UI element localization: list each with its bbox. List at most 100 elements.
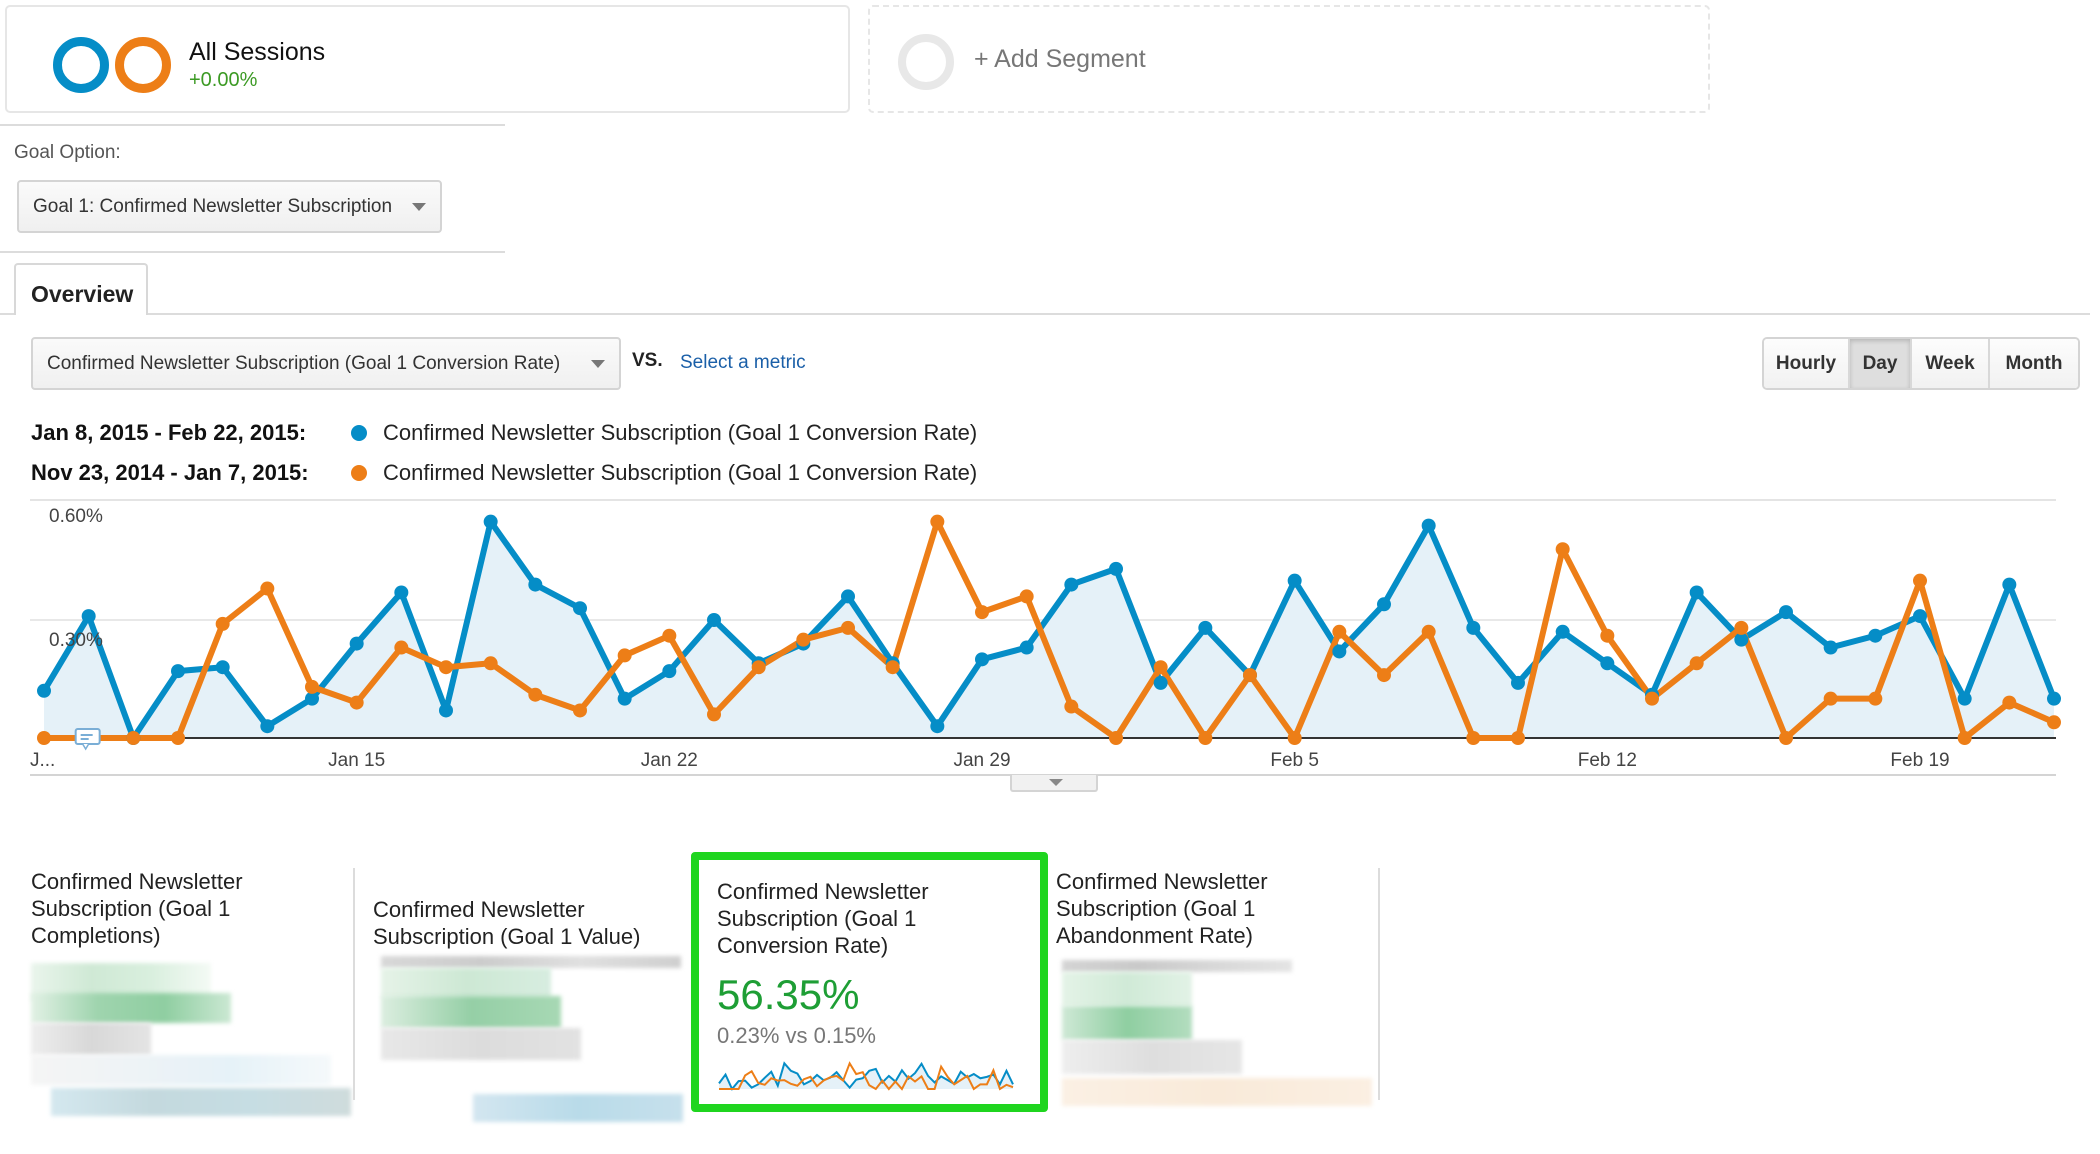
data-point-s1-37 bbox=[1689, 656, 1704, 671]
scorecard-goal-abandonment-rate[interactable]: Confirmed Newsletter Subscription (Goal … bbox=[1056, 868, 1386, 1108]
goal-option-label: Goal Option: bbox=[14, 142, 121, 163]
x-tick-label: Feb 12 bbox=[1578, 750, 1637, 771]
divider bbox=[0, 124, 505, 126]
data-point-s1-29 bbox=[1332, 624, 1347, 639]
y-tick-label: 0.60% bbox=[49, 506, 103, 527]
obscured-value bbox=[381, 968, 551, 998]
obscured-value bbox=[1062, 1040, 1242, 1074]
goal-option-dropdown[interactable]: Goal 1: Confirmed Newsletter Subscriptio… bbox=[17, 180, 442, 233]
legend-dot-icon bbox=[351, 465, 367, 481]
data-point-s0-44 bbox=[2002, 577, 2017, 592]
data-point-s1-43 bbox=[1957, 731, 1972, 745]
x-tick-label: Feb 19 bbox=[1890, 750, 1949, 771]
data-point-s0-5 bbox=[260, 719, 275, 734]
x-tick-label: Feb 5 bbox=[1270, 750, 1319, 771]
data-point-s0-12 bbox=[573, 601, 587, 616]
scorecard-content: Confirmed Newsletter Subscription (Goal … bbox=[717, 878, 1037, 1098]
data-point-s0-21 bbox=[975, 652, 989, 667]
scorecard-goal-completions[interactable]: Confirmed Newsletter Subscription (Goal … bbox=[31, 868, 361, 1116]
scorecard-title: Confirmed Newsletter Subscription (Goal … bbox=[1056, 869, 1268, 948]
data-point-s0-41 bbox=[1868, 628, 1883, 643]
add-segment-label: + Add Segment bbox=[974, 45, 1146, 73]
data-point-s1-21 bbox=[975, 605, 989, 620]
scorecard-title: Confirmed Newsletter Subscription (Goal … bbox=[373, 897, 641, 949]
data-point-s0-39 bbox=[1779, 605, 1793, 620]
data-point-s0-9 bbox=[439, 703, 453, 718]
data-point-s0-25 bbox=[1153, 675, 1168, 690]
data-point-s1-16 bbox=[751, 660, 766, 675]
data-point-s1-13 bbox=[617, 648, 632, 663]
data-point-s1-8 bbox=[394, 640, 409, 655]
add-segment-button[interactable]: + Add Segment bbox=[868, 5, 1710, 113]
data-point-s1-22 bbox=[1019, 589, 1034, 604]
data-point-s0-32 bbox=[1466, 620, 1481, 635]
scorecard-goal-value[interactable]: Confirmed Newsletter Subscription (Goal … bbox=[373, 896, 703, 1136]
data-point-s1-33 bbox=[1511, 731, 1525, 745]
segment-all-sessions[interactable]: All Sessions +0.00% bbox=[5, 5, 850, 113]
scorecard-goal-conversion-rate[interactable]: Confirmed Newsletter Subscription (Goal … bbox=[691, 852, 1048, 1112]
data-point-s1-17 bbox=[796, 632, 811, 647]
legend-item-previous: Nov 23, 2014 - Jan 7, 2015: Confirmed Ne… bbox=[31, 460, 977, 486]
data-point-s0-18 bbox=[841, 589, 855, 604]
data-point-s1-11 bbox=[528, 687, 543, 702]
data-point-s0-26 bbox=[1198, 620, 1213, 635]
data-point-s1-44 bbox=[2002, 695, 2017, 710]
data-point-s1-12 bbox=[573, 703, 587, 718]
data-point-s0-22 bbox=[1019, 640, 1034, 655]
obscured-value bbox=[1062, 960, 1292, 972]
x-tick-label: Jan 29 bbox=[953, 750, 1010, 771]
obscured-value bbox=[381, 996, 561, 1028]
interval-toggle-group: Hourly Day Week Month bbox=[1762, 337, 2080, 390]
obscured-value bbox=[1062, 1006, 1192, 1040]
data-point-s1-2 bbox=[126, 731, 141, 745]
legend-date-range: Jan 8, 2015 - Feb 22, 2015: bbox=[31, 420, 307, 445]
line-chart[interactable]: 0.30% 0.60% J... Jan 15 Jan 22 Jan 29 Feb 5 Feb… bbox=[0, 490, 2100, 790]
data-point-s1-40 bbox=[1823, 691, 1838, 706]
data-point-s1-30 bbox=[1377, 668, 1391, 683]
data-point-s1-25 bbox=[1153, 660, 1168, 675]
data-point-s1-41 bbox=[1868, 691, 1883, 706]
chart-expand-handle[interactable] bbox=[1010, 775, 1098, 792]
scorecard-divider bbox=[1378, 868, 1380, 1100]
segment-ring-previous-icon bbox=[115, 37, 171, 93]
x-tick-label: J... bbox=[30, 750, 55, 771]
interval-week-button[interactable]: Week bbox=[1912, 339, 1990, 388]
scorecard-title: Confirmed Newsletter Subscription (Goal … bbox=[31, 869, 243, 948]
data-point-s1-6 bbox=[305, 679, 319, 694]
segment-ring-current-icon bbox=[53, 37, 109, 93]
obscured-sparkline bbox=[51, 1088, 351, 1116]
data-point-s1-26 bbox=[1198, 731, 1213, 745]
data-point-s1-10 bbox=[483, 656, 498, 671]
data-point-s1-23 bbox=[1064, 699, 1079, 714]
data-point-s0-28 bbox=[1287, 573, 1302, 588]
divider bbox=[0, 251, 505, 253]
data-point-s0-11 bbox=[528, 577, 543, 592]
obscured-value bbox=[31, 993, 231, 1023]
annotation-icon[interactable] bbox=[74, 728, 101, 751]
tab-overview[interactable]: Overview bbox=[14, 263, 148, 315]
goal-option-value: Goal 1: Confirmed Newsletter Subscriptio… bbox=[33, 195, 393, 217]
data-point-s0-10 bbox=[483, 514, 498, 529]
annotation-tail bbox=[82, 743, 90, 751]
obscured-value bbox=[31, 1023, 151, 1055]
obscured-value bbox=[381, 1028, 581, 1060]
interval-month-button[interactable]: Month bbox=[1990, 339, 2078, 388]
interval-hourly-button[interactable]: Hourly bbox=[1764, 339, 1850, 388]
data-point-s0-0 bbox=[37, 683, 51, 698]
data-point-s0-30 bbox=[1377, 597, 1391, 612]
empty-segment-ring-icon bbox=[898, 34, 954, 90]
legend-item-current: Jan 8, 2015 - Feb 22, 2015: Confirmed Ne… bbox=[31, 420, 977, 446]
obscured-sparkline bbox=[1062, 1078, 1372, 1106]
data-point-s1-38 bbox=[1734, 620, 1749, 635]
y-tick-label: 0.30% bbox=[49, 630, 103, 651]
metric-dropdown[interactable]: Confirmed Newsletter Subscription (Goal … bbox=[31, 337, 621, 390]
data-point-s0-4 bbox=[215, 660, 230, 675]
annotation-bubble bbox=[74, 728, 101, 745]
chevron-down-icon bbox=[1049, 779, 1063, 786]
obscured-value bbox=[381, 956, 681, 968]
data-point-s0-14 bbox=[662, 664, 677, 679]
interval-day-button[interactable]: Day bbox=[1850, 339, 1912, 388]
legend-date-range: Nov 23, 2014 - Jan 7, 2015: bbox=[31, 460, 309, 485]
tab-bar-line bbox=[0, 313, 2090, 315]
select-metric-link[interactable]: Select a metric bbox=[680, 352, 806, 374]
